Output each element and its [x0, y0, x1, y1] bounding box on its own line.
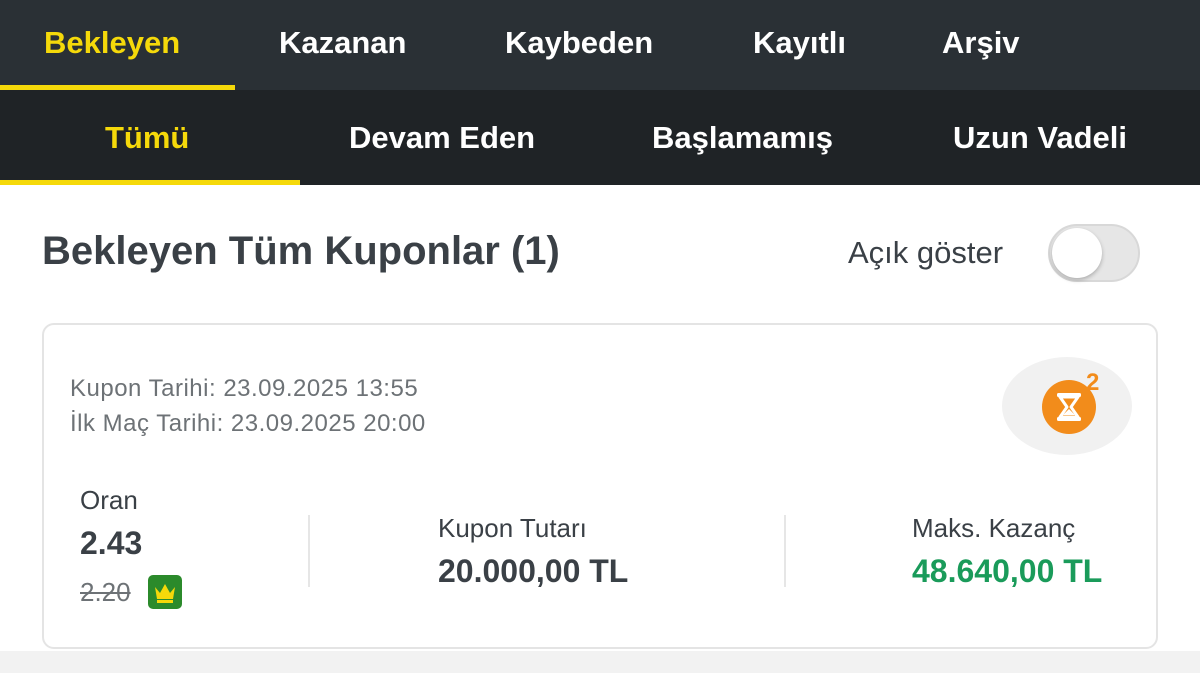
subtab-baslamamis[interactable]: Başlamamış [652, 90, 833, 185]
subtab-devam-eden[interactable]: Devam Eden [349, 90, 535, 185]
divider [308, 515, 310, 587]
filter-tab-bar: Tümü Devam Eden Başlamamış Uzun Vadeli [0, 90, 1200, 185]
tab-arsiv[interactable]: Arşiv [942, 0, 1020, 90]
subtab-tumu[interactable]: Tümü [105, 90, 189, 185]
odds-label: Oran [80, 485, 138, 515]
max-win-value: 48.640,00 TL [912, 553, 1103, 589]
tab-bekleyen[interactable]: Bekleyen [44, 0, 180, 90]
pending-count: 2 [1086, 369, 1100, 396]
stake-label: Kupon Tutarı [438, 513, 587, 543]
toggle-knob [1052, 228, 1102, 278]
max-win-label: Maks. Kazanç [912, 513, 1076, 543]
status-tab-bar: Bekleyen Kazanan Kaybeden Kayıtlı Arşiv [0, 0, 1200, 90]
tab-kazanan[interactable]: Kazanan [279, 0, 406, 90]
original-odds: 2.20 [80, 577, 131, 607]
tab-kayitli[interactable]: Kayıtlı [753, 0, 846, 90]
coupon-card[interactable]: Kupon Tarihi: 23.09.2025 13:55 İlk Maç T… [42, 323, 1158, 649]
odds-value: 2.43 [80, 525, 143, 561]
tab-kaybeden[interactable]: Kaybeden [505, 0, 653, 90]
first-match-date: İlk Maç Tarihi: 23.09.2025 20:00 [70, 410, 426, 437]
toggle-label: Açık göster [848, 235, 1004, 270]
crown-icon [148, 575, 182, 609]
bottom-background [0, 651, 1200, 673]
show-expanded-toggle[interactable] [1048, 224, 1140, 282]
page-title: Bekleyen Tüm Kuponlar (1) [42, 229, 560, 273]
coupon-list-panel: Bekleyen Tüm Kuponlar (1) Açık göster Ku… [0, 185, 1200, 651]
stake-value: 20.000,00 TL [438, 553, 629, 589]
subtab-uzun-vadeli[interactable]: Uzun Vadeli [953, 90, 1127, 185]
coupon-date: Kupon Tarihi: 23.09.2025 13:55 [70, 375, 419, 402]
pending-status-badge[interactable]: 2 [1002, 357, 1132, 455]
divider [784, 515, 786, 587]
